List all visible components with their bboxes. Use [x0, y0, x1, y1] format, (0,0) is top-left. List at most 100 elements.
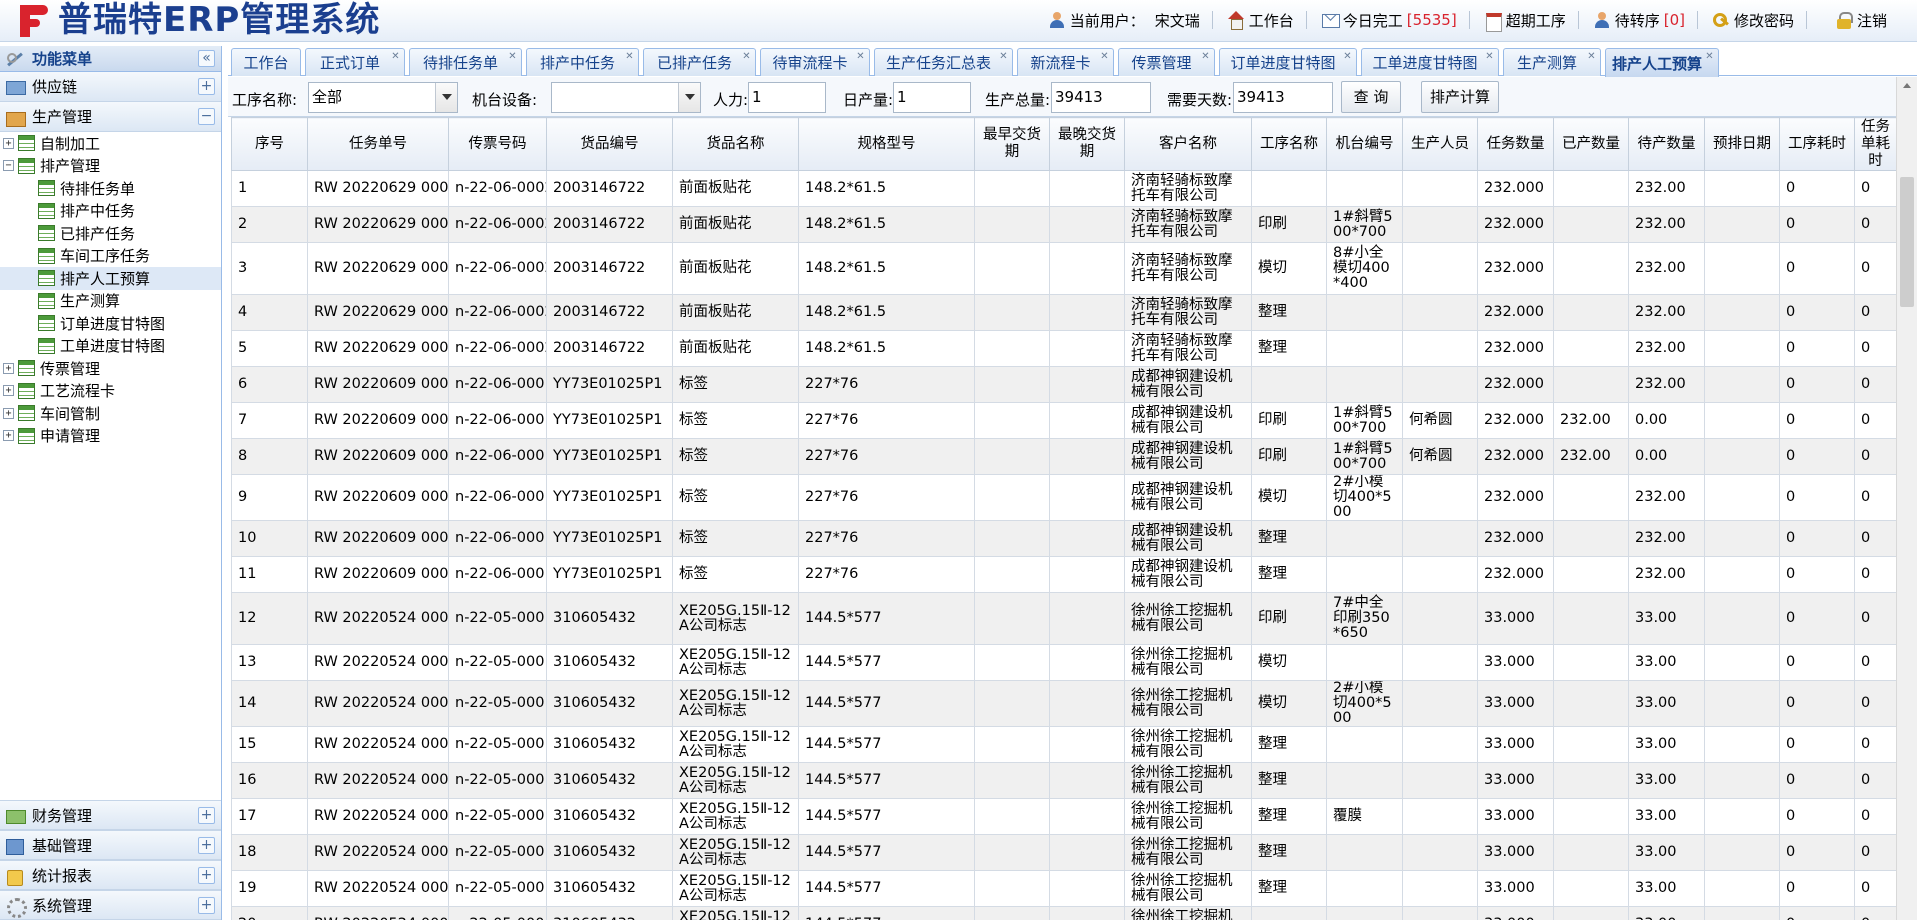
sidebar-section-bottom-0[interactable]: 财务管理 +: [0, 800, 221, 830]
tab-9[interactable]: 订单进度甘特图 ✕: [1219, 48, 1357, 76]
tree-toggle-icon[interactable]: +: [3, 385, 14, 397]
close-tab-icon[interactable]: ✕: [1099, 51, 1110, 62]
change-password-link[interactable]: 修改密码: [1712, 10, 1794, 31]
table-row[interactable]: 17 RW 20220524 0001 n-22-05-0001 310605432 X…: [231, 798, 1896, 835]
column-header[interactable]: 最早交货期: [974, 117, 1050, 171]
tree-toggle-icon[interactable]: +: [3, 430, 14, 442]
table-row[interactable]: 16 RW 20220524 0001 n-22-05-0001 310605432 X…: [231, 762, 1896, 799]
tree-item[interactable]: + 申请管理: [0, 425, 221, 448]
scrollbar-thumb[interactable]: [1900, 177, 1914, 307]
tree-item[interactable]: − 排产管理: [0, 155, 221, 178]
close-tab-icon[interactable]: ✕: [998, 51, 1009, 62]
table-row[interactable]: 20RW 20220524 0001n-22-05-0001310605432X…: [231, 906, 1896, 920]
tab-0[interactable]: 工作台: [231, 48, 301, 76]
column-header[interactable]: 工序名称: [1251, 117, 1327, 171]
tab-10[interactable]: 工单进度甘特图 ✕: [1361, 48, 1499, 76]
column-header[interactable]: 规格型号: [798, 117, 975, 171]
table-row[interactable]: 8 RW 20220609 0001 n-22-06-0001 YY73E01025P…: [231, 438, 1896, 475]
table-row[interactable]: 7 RW 20220609 0001 n-22-06-0001 YY73E01025P…: [231, 402, 1896, 439]
table-row[interactable]: 3 RW 20220629 0001 n-22-06-0002 2003146722 前…: [231, 242, 1896, 295]
tree-item[interactable]: + 工艺流程卡: [0, 380, 221, 403]
close-tab-icon[interactable]: ✕: [1484, 51, 1495, 62]
column-header[interactable]: 任务数量: [1477, 117, 1554, 171]
close-tab-icon[interactable]: ✕: [624, 51, 635, 62]
tree-item[interactable]: 车间工序任务: [0, 245, 221, 268]
sidebar-section-1[interactable]: 生产管理 −: [0, 102, 221, 132]
collapse-sidebar-button[interactable]: «: [198, 50, 215, 67]
sidebar-section-0[interactable]: 供应链 +: [0, 72, 221, 102]
close-tab-icon[interactable]: ✕: [1200, 51, 1211, 62]
table-row[interactable]: 6 RW 20220609 0001 n-22-06-0001 YY73E01025P…: [231, 366, 1896, 403]
today-done-link[interactable]: 今日完工 [5535]: [1321, 10, 1457, 31]
tree-item[interactable]: 待排任务单: [0, 177, 221, 200]
tab-4[interactable]: 已排产任务 ✕: [643, 48, 756, 76]
tab-3[interactable]: 排产中任务 ✕: [526, 48, 639, 76]
table-row[interactable]: 14 RW 20220524 0001 n-22-05-0001 310605432 X…: [231, 680, 1896, 727]
column-header[interactable]: 传票号码: [448, 117, 547, 171]
tab-7[interactable]: 新流程卡 ✕: [1017, 48, 1114, 76]
table-row[interactable]: 2 RW 20220629 0001 n-22-06-0002 2003146722 前…: [231, 206, 1896, 243]
logout-link[interactable]: 注销: [1835, 10, 1887, 31]
tree-item[interactable]: 排产人工预算: [0, 267, 221, 290]
query-button[interactable]: 查 询: [1341, 81, 1401, 113]
column-header[interactable]: 生产人员: [1402, 117, 1478, 171]
table-row[interactable]: 5 RW 20220629 0001 n-22-06-0002 2003146722 前…: [231, 330, 1896, 367]
tree-toggle-icon[interactable]: +: [3, 362, 14, 374]
close-tab-icon[interactable]: ✕: [855, 51, 866, 62]
column-header[interactable]: 任务单号: [307, 117, 449, 171]
manpower-input[interactable]: 1: [748, 82, 826, 113]
close-tab-icon[interactable]: ✕: [1586, 51, 1597, 62]
tab-12[interactable]: 排产人工预算 ✕: [1605, 48, 1719, 77]
sidebar-section-bottom-3[interactable]: 系统管理 +: [0, 890, 221, 920]
table-row[interactable]: 9 RW 20220609 0001 n-22-06-0001 YY73E01025P…: [231, 474, 1896, 521]
table-row[interactable]: 10 RW 20220609 0001 n-22-06-0001 YY73E01025…: [231, 520, 1896, 557]
total-output-input[interactable]: 39413: [1051, 82, 1151, 113]
pending-transfer-link[interactable]: 待转序 [0]: [1593, 10, 1685, 31]
close-tab-icon[interactable]: ✕: [390, 51, 401, 62]
section-toggle-button[interactable]: +: [198, 897, 215, 914]
machine-select[interactable]: [551, 82, 701, 113]
tree-item[interactable]: 工单进度甘特图: [0, 335, 221, 358]
table-row[interactable]: 13 RW 20220524 0001 n-22-05-0001 310605432 X…: [231, 644, 1896, 681]
close-tab-icon[interactable]: ✕: [741, 51, 752, 62]
vertical-scrollbar[interactable]: [1896, 77, 1917, 920]
tree-toggle-icon[interactable]: +: [3, 407, 14, 419]
column-header[interactable]: 已产数量: [1553, 117, 1629, 171]
table-row[interactable]: 11 RW 20220609 0001 n-22-06-0001 YY73E01025…: [231, 556, 1896, 593]
tab-6[interactable]: 生产任务汇总表 ✕: [874, 48, 1013, 76]
daily-output-input[interactable]: 1: [893, 82, 971, 113]
table-row[interactable]: 1 RW 20220629 0001 n-22-06-0002 2003146722 前…: [231, 170, 1896, 207]
column-header[interactable]: 工序耗时: [1779, 117, 1855, 171]
column-header[interactable]: 货品名称: [672, 117, 799, 171]
tree-toggle-icon[interactable]: −: [3, 160, 14, 172]
table-row[interactable]: 12 RW 20220524 0001 n-22-05-0001 310605432 X…: [231, 592, 1896, 645]
close-tab-icon[interactable]: ✕: [1704, 51, 1715, 62]
tree-item[interactable]: 订单进度甘特图: [0, 312, 221, 335]
column-header[interactable]: 客户名称: [1124, 117, 1252, 171]
tab-11[interactable]: 生产测算 ✕: [1503, 48, 1601, 76]
table-row[interactable]: 19 RW 20220524 0001 n-22-05-0001 310605432 X…: [231, 870, 1896, 907]
section-toggle-button[interactable]: +: [198, 867, 215, 884]
scroll-up-icon[interactable]: [1897, 77, 1917, 95]
column-header[interactable]: 机台编号: [1326, 117, 1403, 171]
table-row[interactable]: 18 RW 20220524 0001 n-22-05-0001 310605432 X…: [231, 834, 1896, 871]
tab-8[interactable]: 传票管理 ✕: [1118, 48, 1215, 76]
overdue-link[interactable]: 超期工序: [1484, 10, 1566, 32]
section-toggle-button[interactable]: +: [198, 78, 215, 95]
tree-item[interactable]: + 自制加工: [0, 132, 221, 155]
tab-2[interactable]: 待排任务单 ✕: [409, 48, 522, 76]
column-header[interactable]: 最晚交货期: [1049, 117, 1125, 171]
column-header[interactable]: 序号: [231, 117, 308, 171]
column-header[interactable]: 待产数量: [1628, 117, 1705, 171]
table-row[interactable]: 15 RW 20220524 0001 n-22-05-0001 310605432 X…: [231, 726, 1896, 763]
close-tab-icon[interactable]: ✕: [507, 51, 518, 62]
section-toggle-button[interactable]: −: [198, 108, 215, 125]
days-needed-input[interactable]: 39413: [1233, 82, 1333, 113]
tree-item[interactable]: + 传票管理: [0, 357, 221, 380]
section-toggle-button[interactable]: +: [198, 807, 215, 824]
tree-item[interactable]: 生产测算: [0, 290, 221, 313]
tree-item[interactable]: + 车间管制: [0, 402, 221, 425]
sidebar-section-bottom-2[interactable]: 统计报表 +: [0, 860, 221, 890]
table-row[interactable]: 4 RW 20220629 0001 n-22-06-0002 2003146722 前…: [231, 294, 1896, 331]
schedule-calc-button[interactable]: 排产计算: [1421, 81, 1499, 113]
